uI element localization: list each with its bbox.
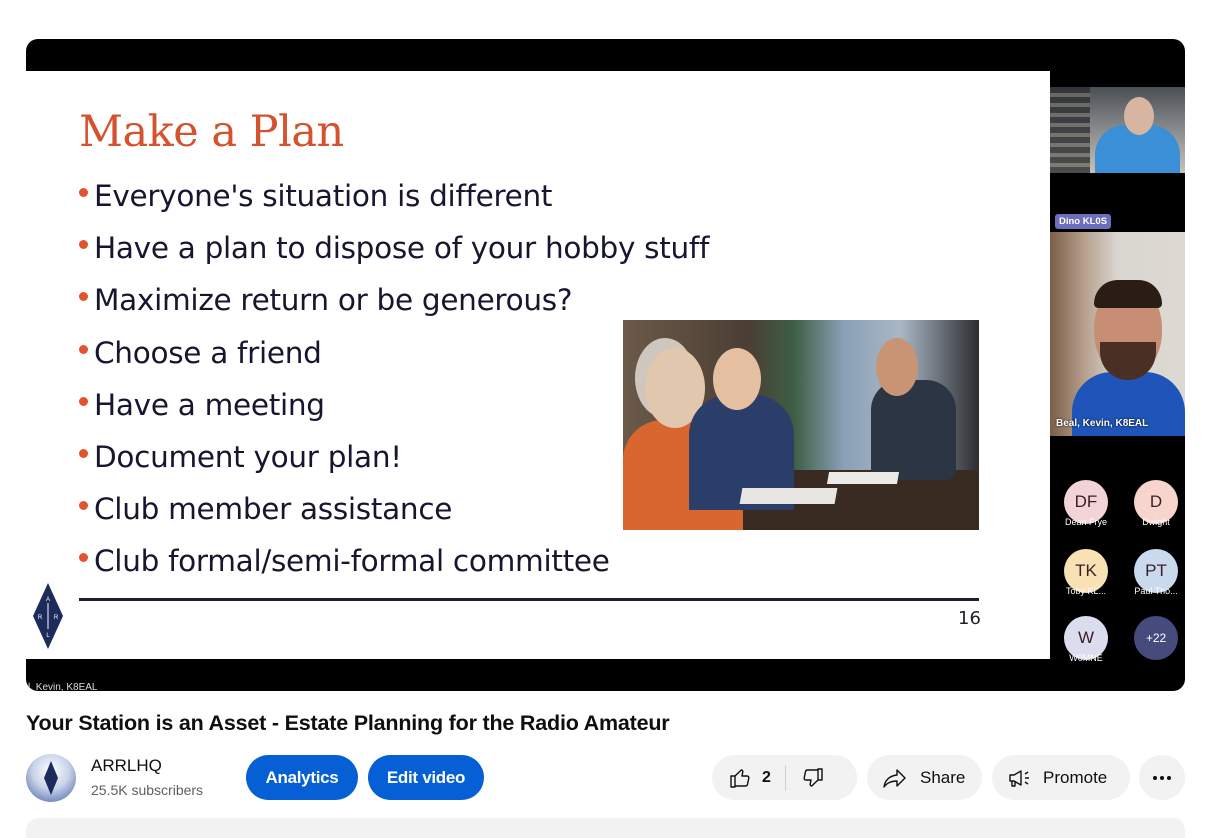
participant-avatar: TK Toby KL... — [1064, 549, 1108, 596]
slide-bullet: Club member assistance — [79, 486, 709, 538]
bullet-dot-icon — [79, 448, 88, 458]
video-title: Your Station is an Asset - Estate Planni… — [26, 711, 670, 735]
dislike-button[interactable] — [786, 755, 825, 800]
slide-page-number: 16 — [958, 608, 981, 629]
arrl-diamond-logo-icon — [44, 761, 58, 795]
arrl-diamond-logo-icon: A R R L — [33, 583, 63, 649]
participant-avatar: D Dwight — [1134, 480, 1178, 527]
megaphone-icon — [1009, 769, 1029, 787]
participant-video-kevin — [1050, 232, 1185, 436]
thumbs-down-icon — [803, 767, 823, 787]
more-actions-button[interactable] — [1139, 755, 1185, 800]
slide-bullet: Everyone's situation is different — [79, 173, 709, 225]
description-box[interactable] — [26, 818, 1185, 838]
slide-bullet: Choose a friend — [79, 330, 709, 382]
avatar-name: Dwight — [1142, 517, 1170, 527]
svg-text:R: R — [38, 615, 43, 621]
avatar-name: Toby KL... — [1065, 586, 1107, 596]
like-dislike-group: 2 — [712, 755, 857, 800]
avatar-name: Paul Tho... — [1134, 586, 1178, 596]
slide-bullet-list: Everyone's situation is different Have a… — [79, 173, 709, 591]
slide-title: Make a Plan — [79, 107, 344, 157]
slide-divider — [79, 598, 979, 601]
more-horizontal-icon — [1153, 775, 1171, 780]
bullet-dot-icon — [79, 188, 88, 197]
svg-text:A: A — [46, 597, 50, 603]
bullet-dot-icon — [79, 344, 88, 354]
thumbs-up-icon — [730, 768, 750, 788]
edit-video-button[interactable]: Edit video — [368, 755, 484, 800]
channel-name[interactable]: ARRLHQ — [91, 756, 162, 776]
participant-name-tag: Dino KL0S — [1055, 214, 1112, 229]
slide-bullet: Club formal/semi-formal committee — [79, 538, 709, 590]
bullet-dot-icon — [79, 553, 88, 563]
slide-bullet: Have a plan to dispose of your hobby stu… — [79, 225, 709, 277]
like-button[interactable]: 2 — [712, 755, 771, 800]
avatar-name: Dean Frye — [1064, 517, 1108, 527]
participant-avatar: W W0MNE — [1064, 616, 1108, 663]
presentation-slide: Make a Plan Everyone's situation is diff… — [26, 71, 1050, 659]
speaker-caption: l, Kevin, K8EAL — [28, 682, 98, 691]
bullet-dot-icon — [79, 501, 88, 511]
slide-bullet: Have a meeting — [79, 382, 709, 434]
slide-bullet: Document your plan! — [79, 434, 709, 486]
bullet-dot-icon — [79, 292, 88, 302]
bullet-dot-icon — [79, 396, 88, 406]
bullet-dot-icon — [79, 240, 88, 250]
slide-bullet: Maximize return or be generous? — [79, 277, 709, 329]
avatar-initials: +22 — [1134, 616, 1178, 660]
svg-text:R: R — [54, 615, 59, 621]
share-arrow-icon — [883, 768, 906, 788]
analytics-button[interactable]: Analytics — [246, 755, 358, 800]
meeting-photo — [623, 320, 979, 530]
video-player[interactable]: Make a Plan Everyone's situation is diff… — [26, 39, 1185, 691]
channel-avatar[interactable] — [26, 754, 76, 802]
participant-avatar: DF Dean Frye — [1064, 480, 1108, 527]
participant-video-dino — [1050, 87, 1185, 173]
promote-button[interactable]: Promote — [992, 755, 1130, 800]
participant-name-tag: Beal, Kevin, K8EAL — [1056, 418, 1149, 429]
like-count: 2 — [762, 768, 771, 786]
subscriber-count: 25.5K subscribers — [91, 782, 204, 798]
share-button[interactable]: Share — [867, 755, 982, 800]
avatar-name: W0MNE — [1069, 653, 1103, 663]
participant-avatar: PT Paul Tho... — [1134, 549, 1178, 596]
more-participants-badge: +22 — [1134, 616, 1178, 660]
